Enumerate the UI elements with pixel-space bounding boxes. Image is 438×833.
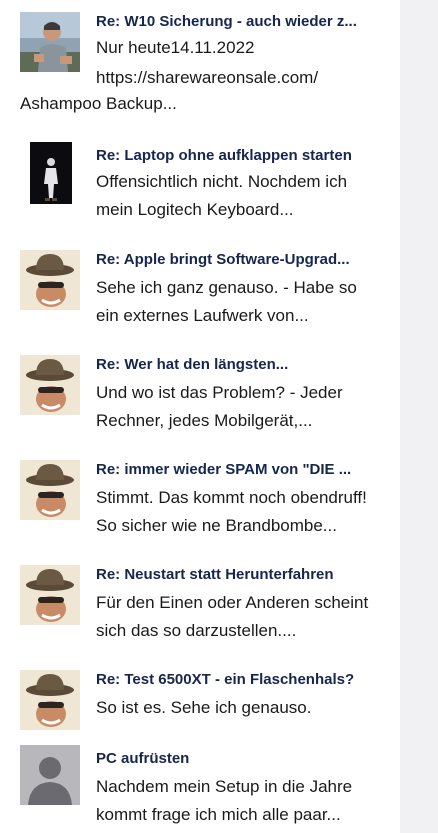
post-excerpt-line: So ist es. Sehe ich genauso. xyxy=(96,698,312,717)
post-excerpt-line: ein externes Laufwerk von... xyxy=(96,306,309,325)
post-excerpt-line: Nur heute14.11.2022 xyxy=(96,38,255,57)
default-user-icon[interactable] xyxy=(20,745,80,805)
post-excerpt-line: https://sharewareonsale.com/ xyxy=(96,68,319,87)
post-excerpt-line: Ashampoo Backup... xyxy=(20,94,177,113)
post-item[interactable]: Re: Neustart statt Herunterfahren Für de… xyxy=(0,565,400,645)
post-excerpt-line: So sicher wie ne Brandbombe... xyxy=(96,516,337,535)
post-title[interactable]: Re: Test 6500XT - ein Flaschenhals? xyxy=(96,670,396,690)
post-item[interactable]: Re: Wer hat den längsten... Und wo ist d… xyxy=(0,355,400,435)
post-title[interactable]: Re: Apple bringt Software-Upgrad... xyxy=(96,250,396,270)
avatar-hat-man-icon[interactable] xyxy=(20,460,80,520)
avatar-hat-man-icon[interactable] xyxy=(20,355,80,415)
post-item[interactable]: Re: Laptop ohne aufklappen starten Offen… xyxy=(0,142,400,222)
avatar-figure-icon[interactable] xyxy=(30,142,72,204)
post-excerpt-line: Für den Einen oder Anderen scheint xyxy=(96,593,369,612)
post-excerpt-line: sich das so darzustellen.... xyxy=(96,621,297,640)
avatar-hat-man-icon[interactable] xyxy=(20,565,80,625)
post-item[interactable]: Re: immer wieder SPAM von "DIE ... Stimm… xyxy=(0,460,400,540)
post-title[interactable]: Re: Laptop ohne aufklappen starten xyxy=(96,146,396,166)
page-background xyxy=(400,0,438,833)
post-title[interactable]: Re: Wer hat den längsten... xyxy=(96,355,396,375)
post-excerpt-line: Offensichtlich nicht. Nochdem ich xyxy=(96,172,348,191)
avatar-photo-icon[interactable] xyxy=(20,12,80,72)
post-title[interactable]: Re: W10 Sicherung - auch wieder z... xyxy=(96,12,396,32)
post-excerpt-line: Sehe ich ganz genauso. - Habe so xyxy=(96,278,357,297)
post-item[interactable]: Re: W10 Sicherung - auch wieder z... Nur… xyxy=(0,12,400,120)
post-excerpt-line: Rechner, jedes Mobilgerät,... xyxy=(96,411,313,430)
post-excerpt-line: kommt frage ich mich alle paar... xyxy=(96,805,341,824)
post-excerpt-line: Und wo ist das Problem? - Jeder xyxy=(96,383,343,402)
post-item[interactable]: Re: Apple bringt Software-Upgrad... Sehe… xyxy=(0,250,400,330)
recent-posts-panel: Re: W10 Sicherung - auch wieder z... Nur… xyxy=(0,0,400,833)
post-title[interactable]: PC aufrüsten xyxy=(96,749,396,769)
post-excerpt-line: Nachdem mein Setup in die Jahre xyxy=(96,777,353,796)
avatar-hat-man-icon[interactable] xyxy=(20,670,80,730)
post-excerpt-line: Stimmt. Das kommt noch obendruff! xyxy=(96,488,367,507)
avatar-hat-man-icon[interactable] xyxy=(20,250,80,310)
post-excerpt-line: mein Logitech Keyboard... xyxy=(96,200,294,219)
post-title[interactable]: Re: Neustart statt Herunterfahren xyxy=(96,565,396,585)
post-item[interactable]: Re: Test 6500XT - ein Flaschenhals? So i… xyxy=(0,670,400,730)
post-title[interactable]: Re: immer wieder SPAM von "DIE ... xyxy=(96,460,396,480)
post-item[interactable]: PC aufrüsten Nachdem mein Setup in die J… xyxy=(0,745,400,825)
